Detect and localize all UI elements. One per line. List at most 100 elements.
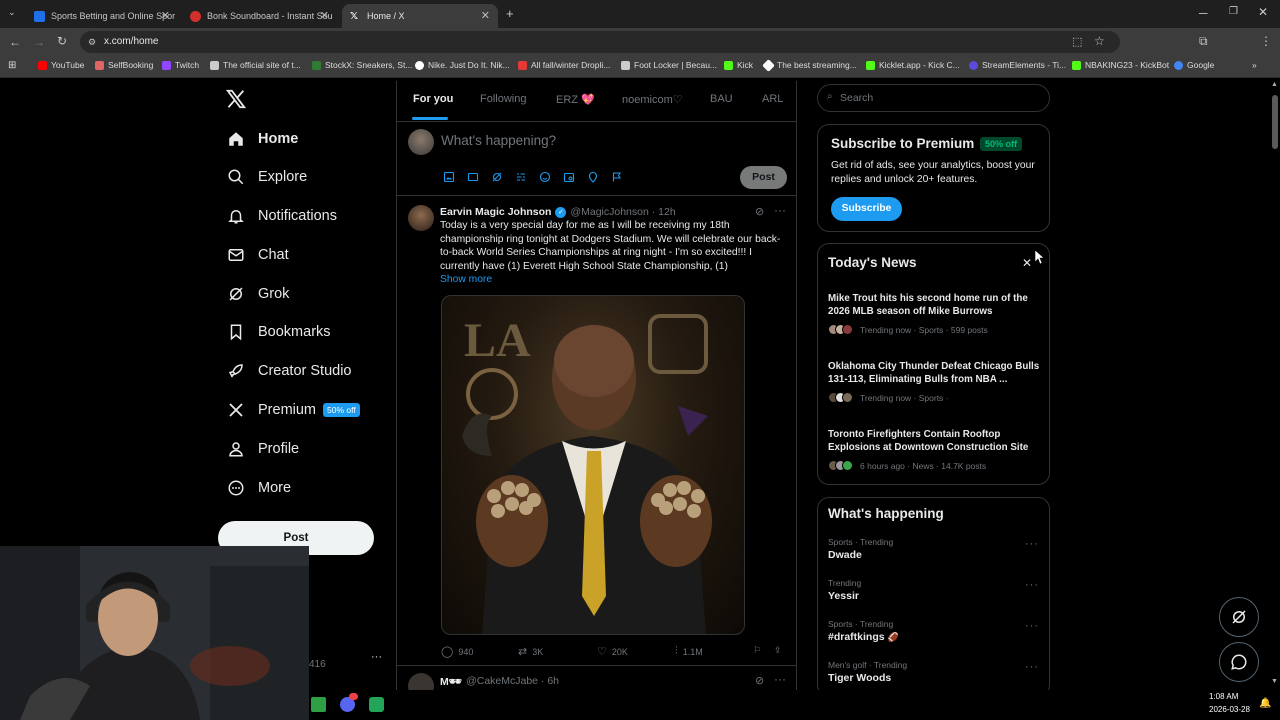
close-icon[interactable]: ✕ (1022, 256, 1032, 270)
bookmark-item[interactable]: The official site of t... (210, 60, 301, 70)
close-tab-icon[interactable]: ✕ (481, 9, 490, 22)
reload-icon[interactable]: ↻ (57, 34, 67, 48)
bookmark-item[interactable]: StockX: Sneakers, St... (312, 60, 412, 70)
sidebar-item-bookmarks[interactable]: Bookmarks (226, 317, 331, 347)
bookmark-item[interactable]: SelfBooking (95, 60, 153, 70)
sidebar-item-explore[interactable]: Explore (226, 162, 307, 192)
app-icon[interactable] (311, 697, 326, 712)
tab-bau[interactable]: BAU (710, 93, 733, 105)
browser-tab-3-active[interactable]: 𝕏 Home / X ✕ (342, 4, 498, 28)
trend-item[interactable]: Trending Yessir (828, 578, 1040, 602)
grok-icon[interactable]: ⊘ (755, 674, 764, 687)
show-more-link[interactable]: Show more (440, 274, 492, 285)
more-options-icon[interactable]: ··· (1025, 538, 1039, 550)
tab-erz[interactable]: ERZ 💖 (556, 93, 595, 106)
scrollbar-thumb[interactable] (1272, 95, 1278, 149)
bookmark-item[interactable]: NBAKING23 - KickBot (1072, 60, 1169, 70)
more-options-icon[interactable]: ··· (1025, 579, 1039, 591)
close-tab-icon[interactable]: ✕ (161, 9, 170, 22)
messages-floating-button[interactable] (1219, 642, 1259, 682)
schedule-icon[interactable] (563, 171, 575, 183)
browser-tab-1[interactable]: Sports Betting and Online Spor ✕ (26, 4, 178, 28)
tab-search-icon[interactable]: ⌄ (8, 7, 16, 18)
notifications-icon[interactable]: 🔔 (1259, 698, 1271, 709)
scroll-down-icon[interactable]: ▼ (1271, 678, 1278, 685)
new-tab-icon[interactable]: + (506, 6, 514, 21)
tab-arl[interactable]: ARL (762, 93, 783, 105)
composer-input[interactable]: What's happening? (441, 133, 556, 148)
more-options-icon[interactable]: ··· (1025, 620, 1039, 632)
bookmark-item[interactable]: StreamElements - Ti... (969, 60, 1066, 70)
news-item[interactable]: Mike Trout hits his second home run of t… (828, 292, 1040, 335)
minimize-icon[interactable]: ─ (1199, 6, 1208, 20)
tweet-handle-time[interactable]: @CakeMcJabe · 6h (466, 675, 559, 688)
trend-item[interactable]: Sports · Trending #draftkings 🏈 (828, 619, 1040, 643)
sidebar-item-premium[interactable]: Premium 50% off (226, 395, 360, 425)
trend-item[interactable]: Sports · Trending Dwade (828, 537, 1040, 561)
composer-post-button[interactable]: Post (740, 166, 787, 189)
bookmark-icon[interactable]: ⚐ (753, 645, 761, 656)
sidebar-item-notifications[interactable]: Notifications (226, 201, 337, 231)
scroll-up-icon[interactable]: ▲ (1271, 81, 1278, 88)
tweet-author-name[interactable]: M🕶 (440, 675, 462, 688)
more-options-icon[interactable]: ··· (774, 672, 786, 686)
sidebar-item-home[interactable]: Home (226, 124, 298, 154)
flag-icon[interactable] (611, 171, 623, 183)
tab-noemicom[interactable]: noemicom♡ (622, 93, 683, 106)
gif-icon[interactable] (467, 171, 479, 183)
install-app-icon[interactable]: ⬚ (1072, 35, 1082, 48)
grok-floating-button[interactable] (1219, 597, 1259, 637)
more-bookmarks-icon[interactable]: » (1252, 60, 1257, 70)
x-logo-icon[interactable] (225, 88, 247, 110)
views-button[interactable]: ⫶ 1.1M (675, 645, 703, 658)
bookmark-item[interactable]: Kicklet.app - Kick C... (866, 60, 960, 70)
sidebar-item-creator-studio[interactable]: Creator Studio (226, 356, 352, 386)
trend-item[interactable]: Men's golf · Trending Tiger Woods (828, 660, 1040, 684)
tab-following[interactable]: Following (480, 93, 526, 105)
news-item[interactable]: Toronto Firefighters Contain Rooftop Exp… (828, 428, 1040, 471)
bookmark-item[interactable]: Nike. Just Do It. Nik... (415, 60, 510, 70)
site-info-icon[interactable]: ⚙ (88, 37, 96, 48)
back-icon[interactable]: ← (9, 35, 21, 49)
browser-tab-2[interactable]: Bonk Soundboard - Instant Sou ✕ (182, 4, 337, 28)
news-item[interactable]: Oklahoma City Thunder Defeat Chicago Bul… (828, 360, 1040, 403)
sidebar-item-more[interactable]: More (226, 473, 291, 503)
media-icon[interactable] (443, 171, 455, 183)
subscribe-button[interactable]: Subscribe (831, 197, 902, 221)
share-icon[interactable]: ⇪ (774, 645, 782, 656)
bookmark-item[interactable]: The best streaming... (762, 58, 857, 72)
bookmark-item[interactable]: Foot Locker | Becau... (621, 60, 717, 70)
close-tab-icon[interactable]: ✕ (320, 9, 329, 22)
sidebar-item-chat[interactable]: Chat (226, 240, 289, 270)
sidebar-item-grok[interactable]: Grok (226, 279, 289, 309)
account-menu-icon[interactable]: ··· (371, 651, 382, 663)
close-window-icon[interactable]: ✕ (1258, 5, 1268, 19)
grok-icon[interactable] (491, 171, 503, 183)
bookmark-item[interactable]: YouTube (38, 60, 84, 70)
like-button[interactable]: ♡ 20K (597, 645, 628, 658)
bookmark-item[interactable]: Kick (724, 60, 753, 70)
menu-icon[interactable]: ⋮ (1260, 34, 1272, 48)
more-options-icon[interactable]: ··· (1025, 661, 1039, 673)
more-options-icon[interactable]: ··· (774, 203, 786, 217)
location-icon[interactable] (587, 171, 599, 183)
restore-icon[interactable]: ❐ (1229, 6, 1238, 17)
emoji-icon[interactable] (539, 171, 551, 183)
poll-icon[interactable] (515, 171, 527, 183)
app-icon[interactable] (369, 697, 384, 712)
bookmark-item[interactable]: All fall/winter Dropli... (518, 60, 610, 70)
bookmark-item[interactable]: Google (1174, 60, 1214, 70)
extensions-puzzle-icon[interactable]: ⧉ (1199, 34, 1208, 49)
avatar[interactable] (408, 129, 434, 155)
search-input[interactable]: ⌕ Search (817, 84, 1050, 112)
tweet-image[interactable]: LA (441, 295, 745, 635)
bookmark-star-icon[interactable]: ☆ (1094, 34, 1105, 48)
tweet-author-name[interactable]: Earvin Magic Johnson (440, 206, 551, 218)
sidebar-item-profile[interactable]: Profile (226, 434, 299, 464)
grok-icon[interactable]: ⊘ (755, 205, 764, 218)
reply-button[interactable]: ◯ 940 (441, 645, 473, 658)
tweet-handle-time[interactable]: @MagicJohnson · 12h (570, 206, 675, 218)
repost-button[interactable]: ⇄ 3K (518, 645, 543, 658)
page-scrollbar[interactable]: ▲ ▼ (1270, 81, 1280, 690)
apps-grid-icon[interactable]: ⊞ (8, 60, 16, 71)
